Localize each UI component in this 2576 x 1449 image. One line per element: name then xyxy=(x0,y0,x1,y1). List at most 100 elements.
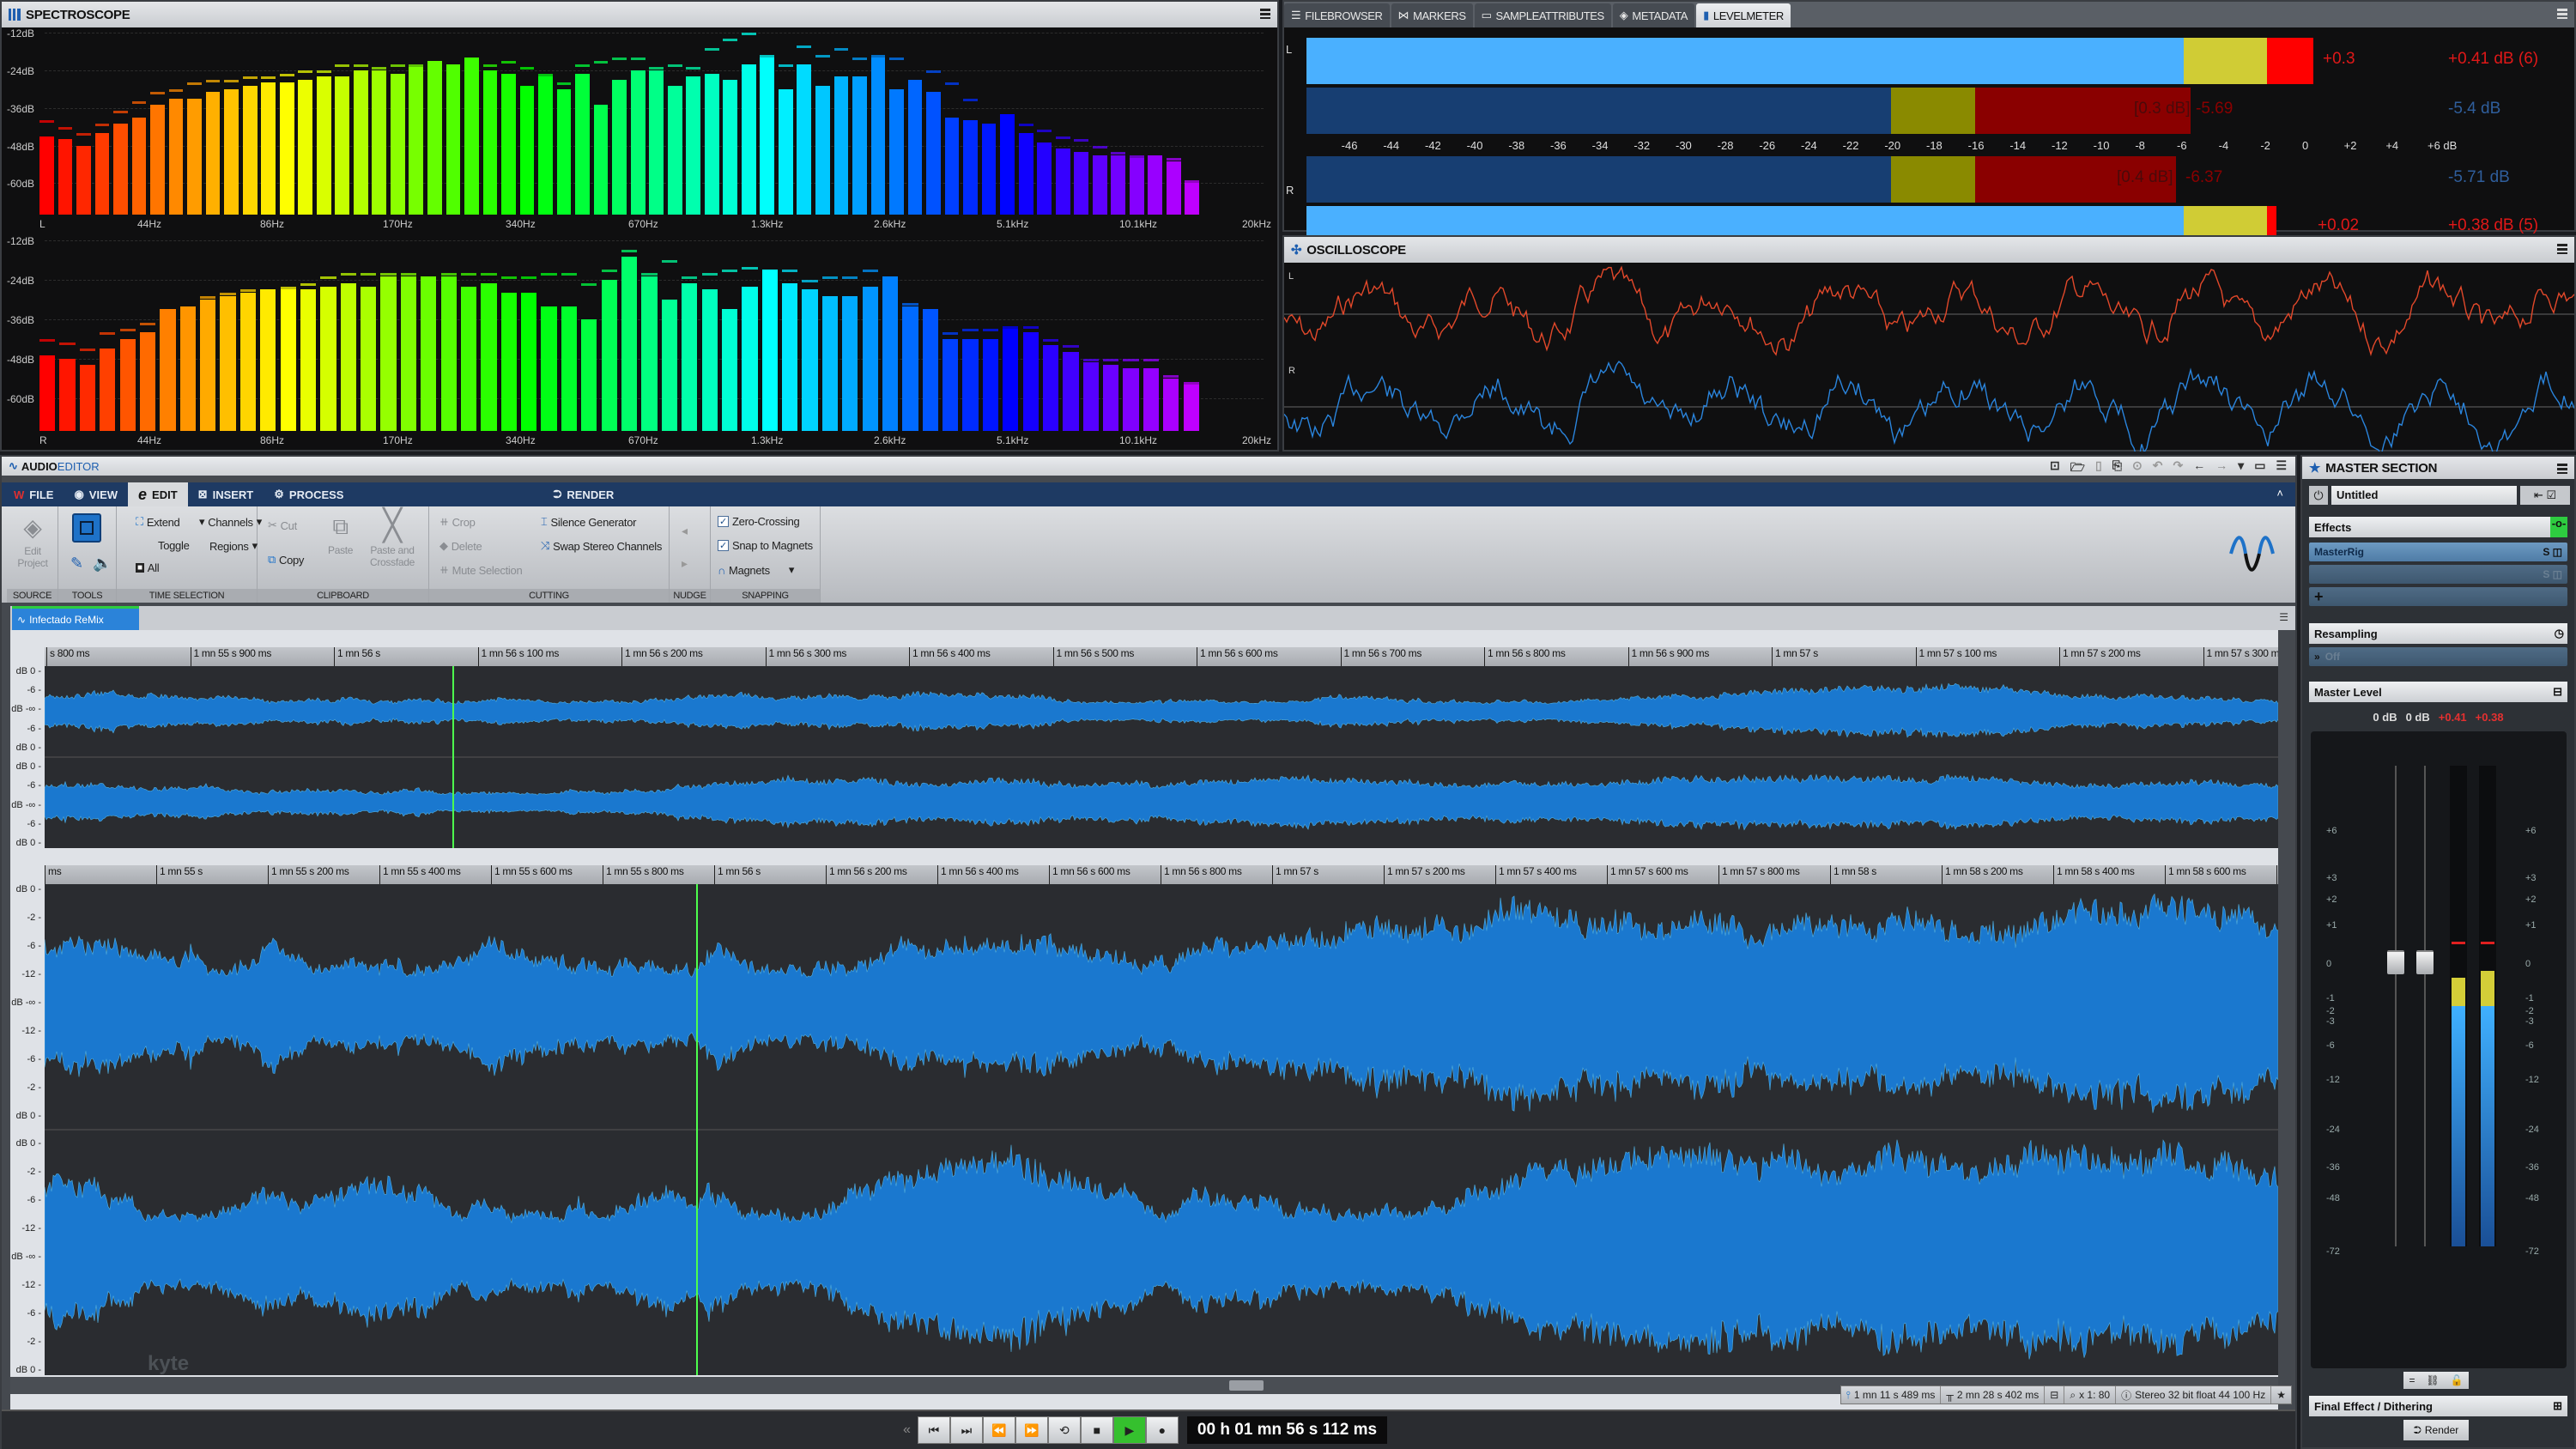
edit-project-button[interactable]: ◈ Edit Project xyxy=(12,513,53,569)
nudge-right-icon[interactable]: ▸ xyxy=(682,556,688,571)
new-file-icon[interactable]: ⊡ xyxy=(2050,458,2060,479)
solo-bypass-icons[interactable]: S ◫ xyxy=(2543,546,2562,558)
dropdown-icon[interactable]: ▾ xyxy=(2238,458,2244,479)
zoom-level[interactable]: ⌕ x 1: 80 xyxy=(2064,1386,2117,1404)
tab-file[interactable]: W FILE xyxy=(2,482,64,506)
fader-left-handle[interactable] xyxy=(2387,950,2404,974)
speaker-tool-icon[interactable]: 🔈 xyxy=(93,555,112,573)
regions-dropdown[interactable]: Regions ▾ xyxy=(209,539,258,553)
undo-icon[interactable]: ↶ xyxy=(2153,458,2163,479)
snapshot-button[interactable]: ⊟ xyxy=(2045,1386,2065,1404)
history-icon[interactable]: ⊙ xyxy=(2132,458,2143,479)
grid-icon[interactable]: ⊞ xyxy=(2553,1399,2562,1413)
cut-button[interactable]: ✂ Cut xyxy=(268,518,297,532)
add-effect-slot[interactable]: + xyxy=(2309,587,2567,606)
render-button[interactable]: ⮊ Render xyxy=(2403,1420,2469,1440)
time-display[interactable]: 00 h 01 mn 56 s 112 ms xyxy=(1186,1416,1388,1444)
overview-time-ruler[interactable]: s 800 ms 1 mn 55 s 900 ms 1 mn 56 s 1 mn 56… xyxy=(45,647,2278,666)
tab-filebrowser[interactable]: ☰ FILEBROWSER xyxy=(1284,3,1390,27)
audio-format[interactable]: ⓘ Stereo 32 bit float 44 100 Hz xyxy=(2116,1386,2272,1404)
effects-chain-icon[interactable]: -o- xyxy=(2550,517,2567,537)
resampling-header[interactable]: Resampling ◷ xyxy=(2309,623,2567,644)
panel-menu-icon[interactable] xyxy=(2557,464,2567,474)
copy-button[interactable]: ⧉ Copy xyxy=(268,553,304,567)
snap-magnets-checkbox[interactable]: ✓ Snap to Magnets xyxy=(718,539,813,552)
effects-header[interactable]: Effects -o- xyxy=(2309,517,2567,537)
record-button[interactable]: ● xyxy=(1145,1416,1179,1444)
master-level-header[interactable]: Master Level ⊟ xyxy=(2309,682,2567,702)
swap-stereo-button[interactable]: ⤨ Swap Stereo Channels xyxy=(541,539,662,553)
silence-generator-button[interactable]: ⌶ Silence Generator xyxy=(541,515,637,529)
rewind-button[interactable]: ⏪ xyxy=(982,1416,1015,1444)
cursor-position[interactable]: ⫯ 1 mn 11 s 489 ms xyxy=(1841,1386,1942,1404)
save-icon[interactable]: ▯ xyxy=(2095,458,2102,479)
nudge-left-icon[interactable]: ◂ xyxy=(682,524,688,538)
preset-actions[interactable]: ⇤ ☑ xyxy=(2520,486,2570,505)
delete-button[interactable]: ◆ Delete xyxy=(439,539,482,553)
main-time-ruler[interactable]: ms 1 mn 55 s 1 mn 55 s 200 ms 1 mn 55 s 400… xyxy=(45,865,2278,884)
play-button[interactable]: ▶ xyxy=(1112,1416,1146,1444)
stop-button[interactable]: ■ xyxy=(1080,1416,1113,1444)
overview-waveform[interactable] xyxy=(44,666,2279,848)
range-tool-button[interactable] xyxy=(72,513,101,543)
mute-selection-button[interactable]: ⧺ Mute Selection xyxy=(439,563,523,577)
fader-right-handle[interactable] xyxy=(2416,950,2434,974)
go-to-start-button[interactable]: ⏮ xyxy=(917,1416,950,1444)
reset-icon[interactable]: = xyxy=(2409,1374,2415,1386)
file-tab-infectado-remix[interactable]: ∿ Infectado ReMix xyxy=(12,606,139,630)
paste-button[interactable]: ⧉ Paste xyxy=(328,513,353,556)
peak-l-value[interactable]: +0.41 xyxy=(2439,711,2467,724)
paste-crossfade-button[interactable]: ╳ Paste and Crossfade xyxy=(362,510,422,569)
tab-edit[interactable]: e EDIT xyxy=(128,482,188,506)
scroll-thumb[interactable] xyxy=(1229,1380,1264,1391)
panel-menu-icon[interactable] xyxy=(1260,9,1270,19)
panel-menu-icon[interactable] xyxy=(2557,244,2567,254)
fader-r-value[interactable]: 0 dB xyxy=(2406,711,2430,724)
tab-sampleattributes[interactable]: ▭ SAMPLEATTRIBUTES xyxy=(1474,3,1611,27)
maximize-icon[interactable]: ▭ xyxy=(2254,458,2265,479)
collapse-ribbon-icon[interactable]: ˄ xyxy=(2276,487,2283,500)
link-icon[interactable]: ⛓ xyxy=(2426,1374,2439,1386)
collapse-icon[interactable]: ⊟ xyxy=(2553,685,2562,699)
final-effect-header[interactable]: Final Effect / Dithering ⊞ xyxy=(2309,1396,2567,1416)
file-length[interactable]: ╥ 2 mn 28 s 402 ms xyxy=(1941,1386,2046,1404)
collapse-transport-icon[interactable]: « xyxy=(903,1422,911,1438)
pencil-tool-icon[interactable]: ✎ xyxy=(70,555,83,573)
loop-button[interactable]: ⟲ xyxy=(1047,1416,1081,1444)
magnets-dropdown[interactable]: ∩ Magnets ▾ xyxy=(718,563,794,577)
redo-icon[interactable]: ↷ xyxy=(2173,458,2183,479)
tab-render[interactable]: ⮊ RENDER xyxy=(542,482,624,506)
fast-forward-button[interactable]: ⏩ xyxy=(1015,1416,1048,1444)
panel-menu-icon[interactable]: ☰ xyxy=(2276,458,2287,479)
open-folder-icon[interactable]: 🗁 xyxy=(2070,458,2085,479)
toggle-button[interactable]: Toggle xyxy=(158,539,190,552)
back-arrow-icon[interactable]: ← xyxy=(2193,458,2205,479)
tab-levelmeter[interactable]: ▮ LEVELMETER xyxy=(1696,3,1791,27)
extend-button[interactable]: ⛶ Extend xyxy=(136,515,180,529)
select-all-button[interactable]: ■ All xyxy=(136,561,160,574)
lock-icon[interactable]: 🔓 xyxy=(2451,1374,2464,1386)
favorite-button[interactable]: ★ xyxy=(2271,1386,2291,1404)
panel-menu-icon[interactable] xyxy=(2557,9,2567,19)
bypass-button[interactable]: ⏻ xyxy=(2309,486,2328,505)
channels-dropdown[interactable]: ▾ Channels ▾ xyxy=(199,515,262,529)
peak-r-value[interactable]: +0.38 xyxy=(2476,711,2504,724)
save-as-icon[interactable]: ⎘ xyxy=(2112,458,2122,479)
effect-slot-2[interactable]: S ◫ xyxy=(2309,565,2567,584)
crop-button[interactable]: ⧺ Crop xyxy=(439,515,476,529)
zero-crossing-checkbox[interactable]: ✓ Zero-Crossing xyxy=(718,515,800,528)
panel-menu-icon[interactable]: ☰ xyxy=(2279,611,2288,623)
solo-bypass-icons[interactable]: S ◫ xyxy=(2543,568,2562,580)
forward-arrow-icon[interactable]: → xyxy=(2215,458,2227,479)
resampling-clock-icon[interactable]: ◷ xyxy=(2555,627,2564,640)
preset-name-field[interactable]: Untitled xyxy=(2331,486,2517,505)
effect-slot-1[interactable]: MasterRig S ◫ xyxy=(2309,543,2567,561)
tab-metadata[interactable]: ◈ METADATA xyxy=(1612,3,1695,27)
go-to-end-button[interactable]: ⏭ xyxy=(949,1416,983,1444)
tab-insert[interactable]: ⊠ INSERT xyxy=(188,482,264,506)
fader-l-value[interactable]: 0 dB xyxy=(2373,711,2397,724)
resampling-selector[interactable]: » Off xyxy=(2309,647,2567,666)
tab-process[interactable]: ⚙ PROCESS xyxy=(264,482,354,506)
tab-markers[interactable]: ⋈ MARKERS xyxy=(1391,3,1473,27)
tab-view[interactable]: ◉ VIEW xyxy=(64,482,128,506)
